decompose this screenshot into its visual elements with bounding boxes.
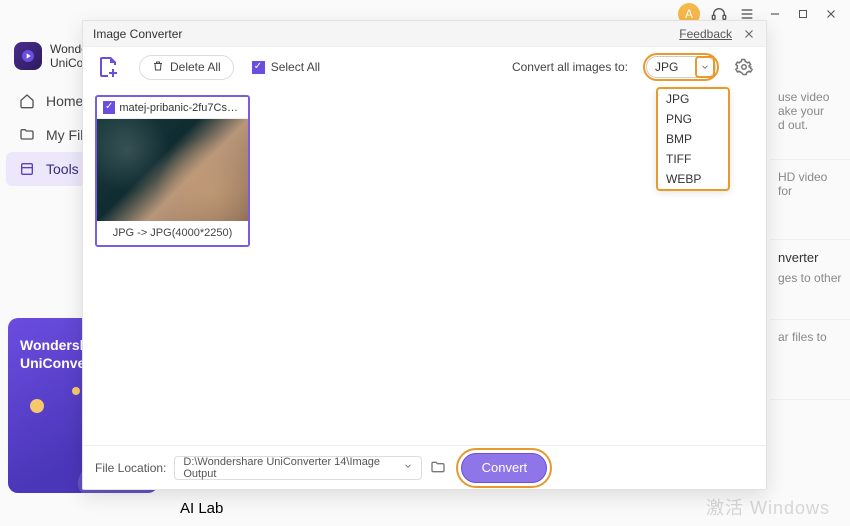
image-converter-dialog: Image Converter Feedback Delete All Sele… [82, 20, 767, 490]
close-button[interactable] [822, 5, 840, 23]
bg-text: ges to other [778, 271, 842, 285]
convert-to-label: Convert all images to: [512, 60, 628, 74]
feedback-link[interactable]: Feedback [679, 27, 732, 41]
windows-activation-watermark: 激活 Windows [706, 494, 830, 520]
maximize-button[interactable] [794, 5, 812, 23]
bg-card-title: nverter [778, 250, 842, 265]
select-all-checkbox[interactable]: Select All [252, 60, 320, 74]
checkbox-icon [252, 61, 265, 74]
settings-icon[interactable] [734, 57, 754, 77]
bg-text: d out. [778, 118, 842, 132]
dialog-title: Image Converter [93, 27, 182, 41]
tools-icon [18, 160, 36, 178]
convert-button-highlight: Convert [456, 448, 552, 488]
section-heading-ailab: AI Lab [180, 500, 223, 517]
bg-text: ake your [778, 104, 842, 118]
file-card[interactable]: matej-pribanic-2fu7CsklT... JPG -> JPG(4… [95, 95, 250, 247]
format-option-webp[interactable]: WEBP [658, 169, 728, 189]
format-option-png[interactable]: PNG [658, 109, 728, 129]
background-cards-partial: use video ake your d out. HD video for n… [770, 80, 850, 400]
dialog-header: Image Converter Feedback [83, 21, 766, 47]
format-option-tiff[interactable]: TIFF [658, 149, 728, 169]
format-dropdown: JPG PNG BMP TIFF WEBP [656, 87, 730, 191]
trash-icon [152, 60, 164, 75]
format-option-jpg[interactable]: JPG [658, 89, 728, 109]
file-location-select[interactable]: D:\Wondershare UniConverter 14\Image Out… [174, 456, 422, 480]
sidebar-item-label: Home [46, 93, 83, 109]
file-location-label: File Location: [95, 461, 166, 475]
home-icon [18, 92, 36, 110]
file-name: matej-pribanic-2fu7CsklT... [119, 102, 242, 114]
convert-button[interactable]: Convert [461, 453, 547, 483]
app-logo-icon [14, 42, 42, 70]
open-folder-icon[interactable] [430, 459, 448, 477]
add-image-icon[interactable] [95, 54, 121, 80]
dialog-toolbar: Delete All Select All Convert all images… [83, 47, 766, 87]
minimize-button[interactable] [766, 5, 784, 23]
format-option-bmp[interactable]: BMP [658, 129, 728, 149]
checkbox-icon[interactable] [103, 101, 115, 114]
promo-decoration [72, 387, 80, 395]
convert-button-label: Convert [482, 460, 528, 475]
chevron-down-icon [695, 56, 715, 78]
close-icon[interactable] [742, 27, 756, 41]
promo-decoration [30, 399, 44, 413]
dialog-footer: File Location: D:\Wondershare UniConvert… [83, 445, 766, 489]
bg-text: ar files to [778, 330, 842, 344]
bg-text: use video [778, 90, 842, 104]
folder-icon [18, 126, 36, 144]
avatar-initial: A [685, 7, 693, 21]
chevron-down-icon [403, 461, 413, 474]
file-thumbnail [97, 119, 248, 221]
format-select[interactable]: JPG [646, 56, 716, 78]
selected-format: JPG [655, 60, 678, 74]
delete-all-button[interactable]: Delete All [139, 55, 234, 80]
bg-text: HD video for [778, 170, 842, 198]
file-location-path: D:\Wondershare UniConverter 14\Image Out… [183, 456, 403, 480]
delete-all-label: Delete All [170, 60, 221, 74]
file-caption: JPG -> JPG(4000*2250) [97, 221, 248, 245]
select-all-label: Select All [271, 60, 320, 74]
sidebar-item-label: Tools [46, 161, 79, 177]
